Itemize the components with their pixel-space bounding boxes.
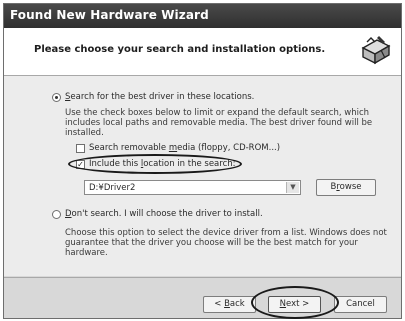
search-radio-label[interactable]: Search for the best driver in these loca… (65, 92, 254, 102)
dont-search-radio[interactable] (52, 210, 61, 219)
location-combobox[interactable]: D:¥Driver2 ▼ (84, 180, 301, 195)
title-bar[interactable]: Found New Hardware Wizard (4, 4, 401, 28)
footer-divider (4, 277, 401, 278)
dont-search-description: Choose this option to select the device … (65, 228, 387, 258)
radio-selected-dot (55, 96, 58, 99)
hardware-install-icon (358, 33, 394, 69)
search-radio[interactable] (52, 93, 61, 102)
wizard-body: Search for the best driver in these loca… (4, 76, 401, 276)
search-description: Use the check boxes below to limit or ex… (65, 108, 373, 138)
cancel-button[interactable]: Cancel (334, 296, 387, 313)
location-value: D:¥Driver2 (89, 183, 136, 193)
window-title: Found New Hardware Wizard (10, 8, 209, 22)
browse-button[interactable]: Browse (316, 179, 376, 196)
removable-media-label[interactable]: Search removable media (floppy, CD-ROM..… (89, 143, 280, 153)
chevron-down-icon[interactable]: ▼ (286, 182, 299, 193)
highlight-oval-include (68, 154, 242, 174)
highlight-oval-next (251, 286, 339, 319)
wizard-header: Please choose your search and installati… (4, 28, 401, 76)
dont-search-label[interactable]: Don't search. I will choose the driver t… (65, 209, 263, 219)
removable-media-checkbox[interactable] (76, 144, 85, 153)
header-text: Please choose your search and installati… (34, 44, 326, 55)
back-button[interactable]: < Back (203, 296, 256, 313)
wizard-window: Found New Hardware Wizard Please choose … (3, 3, 402, 319)
